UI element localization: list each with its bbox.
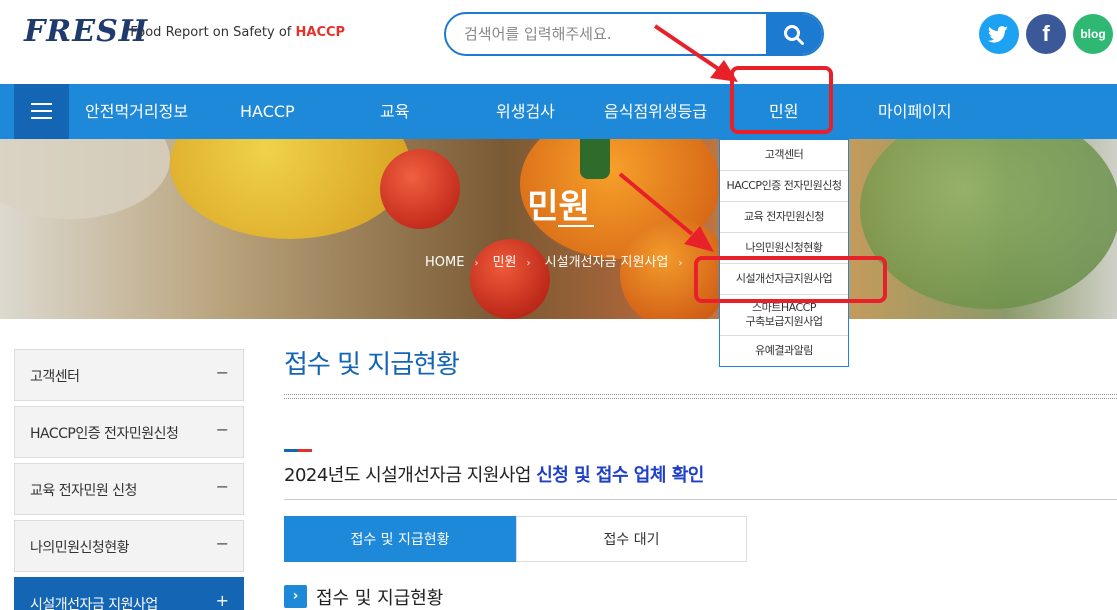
collapse-icon: − [215,534,229,553]
submenu-haccp-apply[interactable]: HACCP인증 전자민원신청 [720,171,848,202]
tab-receipt-waiting[interactable]: 접수 대기 [516,516,747,562]
menu-icon[interactable] [14,84,69,139]
hero-title: 민원 [527,187,590,227]
breadcrumb-home[interactable]: HOME [425,255,464,270]
blog-icon[interactable]: blog [1073,14,1113,54]
sidebar-item-label: HACCP인증 전자민원신청 [30,426,179,442]
nav-item-education[interactable]: 교육 [380,84,409,139]
facebook-icon[interactable]: f [1026,14,1066,54]
title-divider [284,394,1117,399]
nav-item-hygiene-test[interactable]: 위생검사 [496,84,555,139]
submenu-deferral-result[interactable]: 유예결과알림 [720,336,848,366]
breadcrumb-separator: › [474,258,479,269]
nav-item-safe-food[interactable]: 안전먹거리정보 [85,84,188,139]
submenu-smart-haccp-line2: 구축보급지원사업 [745,315,823,328]
breadcrumb-separator: › [526,258,531,269]
hero-banner: 민원 HOME › 민원 › 시설개선자금 지원사업 › [0,139,1117,319]
main-nav: 안전먹거리정보 HACCP 교육 위생검사 음식점위생등급 민원 마이페이지 [0,84,1117,139]
site-header: FRESH · Food Report on Safety of HACCP f… [0,0,1117,84]
annotation-arrow-icon [618,172,714,252]
section-title: 접수 및 지급현황 [316,588,444,609]
collapse-icon: − [215,477,229,496]
tagline-text: · Food Report on Safety of [122,25,296,40]
nav-item-mypage[interactable]: 마이페이지 [878,84,952,139]
sidebar-item-haccp-apply[interactable]: HACCP인증 전자민원신청 − [14,406,244,458]
subtitle-highlight: 신청 및 접수 업체 확인 [536,465,704,486]
chevron-right-icon: › [284,585,307,608]
breadcrumb-separator: › [678,258,683,269]
nav-item-restaurant-grade[interactable]: 음식점위생등급 [604,84,707,139]
sidebar-item-customer-center[interactable]: 고객센터 − [14,349,244,401]
sidebar-item-education-apply[interactable]: 교육 전자민원 신청 − [14,463,244,515]
annotation-arrow-icon [653,24,738,82]
submenu-smart-haccp-line1: 스마트HACCP [752,301,816,314]
subtitle-text: 2024년도 시설개선자금 지원사업 [284,465,537,486]
collapse-icon: − [215,420,229,439]
search-icon [784,25,804,45]
breadcrumb-civil[interactable]: 민원 [493,255,517,270]
sidebar-item-label: 교육 전자민원 신청 [30,483,137,499]
sidebar-item-label: 시설개선자금 지원사업 [30,597,158,610]
annotation-highlight-box [694,256,887,303]
pepper-stem-image [580,139,610,179]
sidebar-item-my-applications[interactable]: 나의민원신청현황 − [14,520,244,572]
sidebar-item-label: 고객센터 [30,369,80,385]
expand-icon: + [215,591,229,610]
search-button[interactable] [766,14,822,54]
search-box [444,12,824,56]
tagline-highlight: HACCP [295,25,346,40]
section-accent-bar [284,449,312,452]
tab-receipt-payment[interactable]: 접수 및 지급현황 [284,516,516,562]
collapse-icon: − [215,363,229,382]
hero-title-underline [558,225,594,227]
civil-submenu-dropdown: 고객센터 HACCP인증 전자민원신청 교육 전자민원신청 나의민원신청현황 시… [719,139,849,367]
nav-item-haccp[interactable]: HACCP [240,84,295,139]
section-divider [284,499,1117,500]
section-subtitle: 2024년도 시설개선자금 지원사업 신청 및 접수 업체 확인 [284,461,704,487]
site-tagline: · Food Report on Safety of HACCP [122,25,345,40]
page-title: 접수 및 지급현황 [284,350,460,380]
twitter-icon[interactable] [979,14,1019,54]
sidebar-item-facility-fund[interactable]: 시설개선자금 지원사업 + [14,577,244,610]
sidebar-item-label: 나의민원신청현황 [30,540,130,556]
submenu-education-apply[interactable]: 교육 전자민원신청 [720,202,848,233]
submenu-customer-center[interactable]: 고객센터 [720,140,848,171]
